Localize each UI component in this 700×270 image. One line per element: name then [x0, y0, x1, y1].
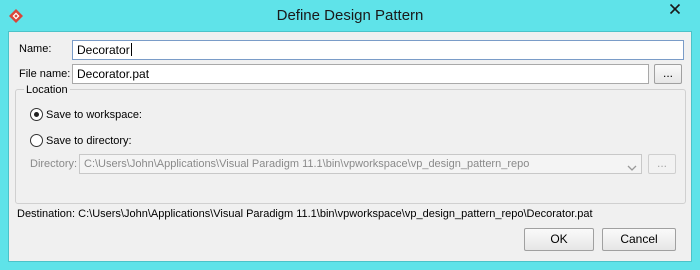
ok-button[interactable]: OK: [524, 228, 594, 251]
browse-directory-button[interactable]: ...: [648, 154, 676, 174]
directory-combobox[interactable]: C:\Users\John\Applications\Visual Paradi…: [79, 154, 642, 174]
directory-combobox-value: C:\Users\John\Applications\Visual Paradi…: [84, 158, 530, 170]
radio-selected-dot: [34, 112, 39, 117]
save-to-directory-label[interactable]: Save to directory:: [46, 135, 132, 147]
filename-label: File name:: [19, 68, 71, 80]
save-to-directory-radio[interactable]: [30, 134, 43, 147]
destination-text: Destination: C:\Users\John\Applications\…: [17, 208, 593, 220]
filename-input[interactable]: Decorator.pat: [72, 64, 649, 84]
name-label: Name:: [19, 43, 52, 55]
name-input[interactable]: Decorator: [72, 40, 684, 60]
name-input-value: Decorator: [77, 43, 130, 57]
save-to-workspace-radio[interactable]: [30, 108, 43, 121]
text-caret: [130, 43, 132, 56]
close-icon: [669, 2, 681, 20]
directory-label: Directory:: [30, 158, 78, 170]
dialog-content: Name: Decorator File name: Decorator.pat…: [8, 31, 692, 262]
browse-file-button[interactable]: ...: [654, 64, 682, 84]
chevron-down-icon: [627, 160, 637, 171]
dialog-window: Define Design Pattern Name: Decorator Fi…: [0, 0, 700, 270]
title-bar[interactable]: Define Design Pattern: [0, 0, 700, 32]
cancel-button[interactable]: Cancel: [602, 228, 676, 251]
close-button[interactable]: [658, 0, 692, 22]
save-to-workspace-label[interactable]: Save to workspace:: [46, 109, 142, 121]
window-title: Define Design Pattern: [276, 7, 424, 24]
location-legend: Location: [24, 84, 70, 96]
filename-input-value: Decorator.pat: [77, 67, 150, 81]
